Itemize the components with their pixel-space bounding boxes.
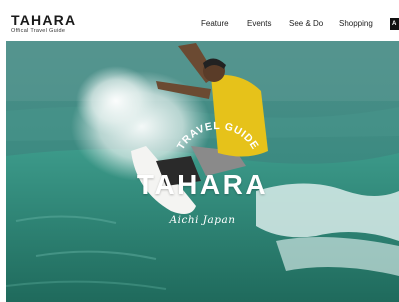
- site-logo[interactable]: TAHARA Offical Travel Guide: [11, 12, 77, 35]
- hero-banner: TRAVEL GUIDE TAHARA Aichi Japan: [6, 41, 399, 302]
- site-header: TAHARA Offical Travel Guide Feature Even…: [5, 6, 399, 41]
- logo-title: TAHARA: [11, 12, 77, 28]
- nav-item-feature[interactable]: Feature: [201, 19, 229, 28]
- nav-item-shopping[interactable]: Shopping: [339, 19, 373, 28]
- nav-item-see-and-do[interactable]: See & Do: [289, 19, 323, 28]
- language-switch-button[interactable]: A: [390, 18, 399, 30]
- page-frame: TAHARA Offical Travel Guide Feature Even…: [5, 6, 399, 302]
- logo-subtitle: Offical Travel Guide: [11, 28, 66, 34]
- hero-surf-photo: [6, 41, 399, 302]
- nav-item-events[interactable]: Events: [247, 19, 271, 28]
